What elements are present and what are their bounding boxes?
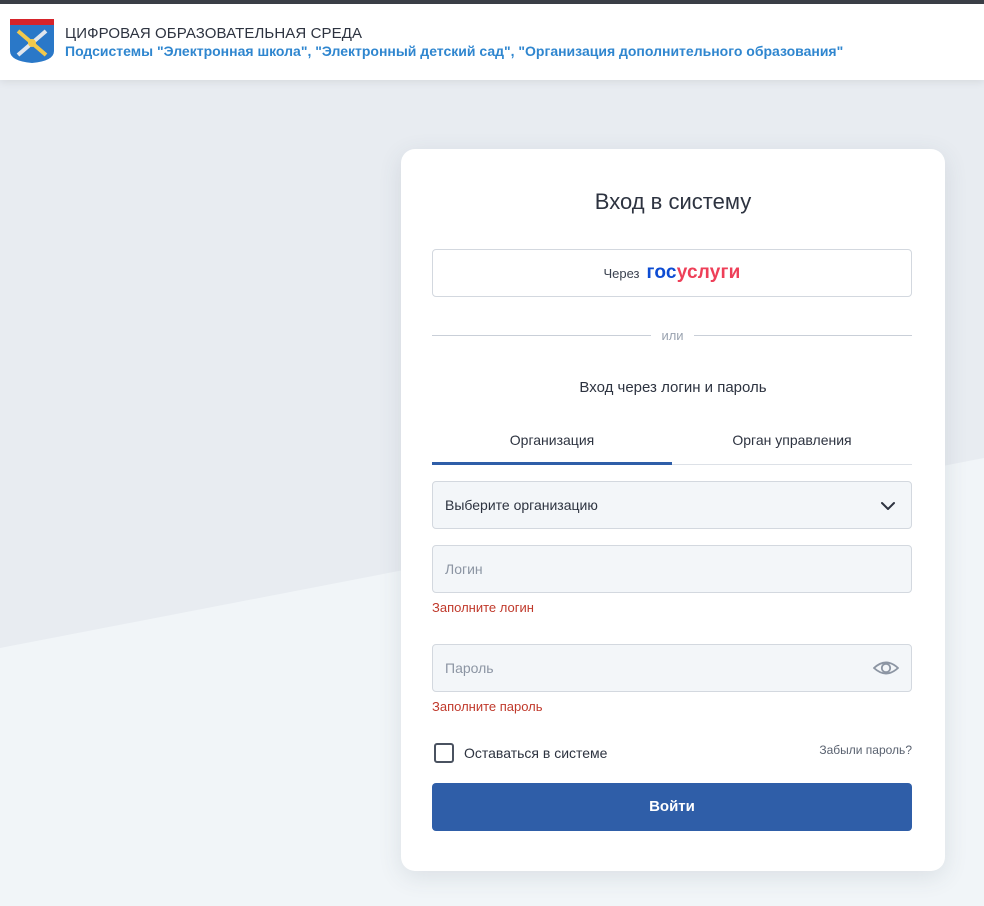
password-field xyxy=(432,644,912,692)
header-subtitle: Подсистемы "Электронная школа", "Электро… xyxy=(65,43,844,59)
forgot-password-link[interactable]: Забыли пароль? xyxy=(819,743,912,757)
active-tab-indicator xyxy=(432,462,672,465)
remember-me[interactable]: Оставаться в системе xyxy=(434,743,607,763)
eye-icon[interactable] xyxy=(873,657,899,679)
gosuslugi-logo: госуслуги xyxy=(647,262,741,284)
coat-of-arms-logo xyxy=(10,17,54,63)
gosuslugi-logo-part1: гос xyxy=(646,262,677,283)
password-input[interactable] xyxy=(433,645,911,691)
login-error: Заполните логин xyxy=(432,600,534,615)
login-submit-button[interactable]: Войти xyxy=(432,783,912,831)
divider-text: или xyxy=(661,328,684,343)
remember-checkbox[interactable] xyxy=(434,743,454,763)
gosuslugi-prefix: Через xyxy=(603,265,640,281)
site-header: ЦИФРОВАЯ ОБРАЗОВАТЕЛЬНАЯ СРЕДА Подсистем… xyxy=(0,4,984,80)
login-input[interactable] xyxy=(433,546,911,592)
organization-select[interactable]: Выберите организацию xyxy=(432,481,912,529)
divider-right xyxy=(694,335,912,336)
tab-government-body[interactable]: Орган управления xyxy=(672,432,912,464)
header-title: ЦИФРОВАЯ ОБРАЗОВАТЕЛЬНАЯ СРЕДА xyxy=(65,25,363,42)
login-field xyxy=(432,545,912,593)
login-password-subtitle: Вход через логин и пароль xyxy=(579,379,767,396)
divider-left xyxy=(432,335,651,336)
gosuslugi-logo-part2: услуги xyxy=(676,262,741,283)
login-title: Вход в систему xyxy=(594,189,752,214)
password-error: Заполните пароль xyxy=(432,699,543,714)
remember-label: Оставаться в системе xyxy=(464,745,608,761)
gosuslugi-login-button[interactable]: Через госуслуги xyxy=(432,249,912,297)
organization-select-value: Выберите организацию xyxy=(445,497,598,513)
tab-organization[interactable]: Организация xyxy=(432,432,672,464)
login-card: Вход в систему Через госуслуги или Вход … xyxy=(401,149,945,871)
chevron-down-icon xyxy=(881,502,895,510)
